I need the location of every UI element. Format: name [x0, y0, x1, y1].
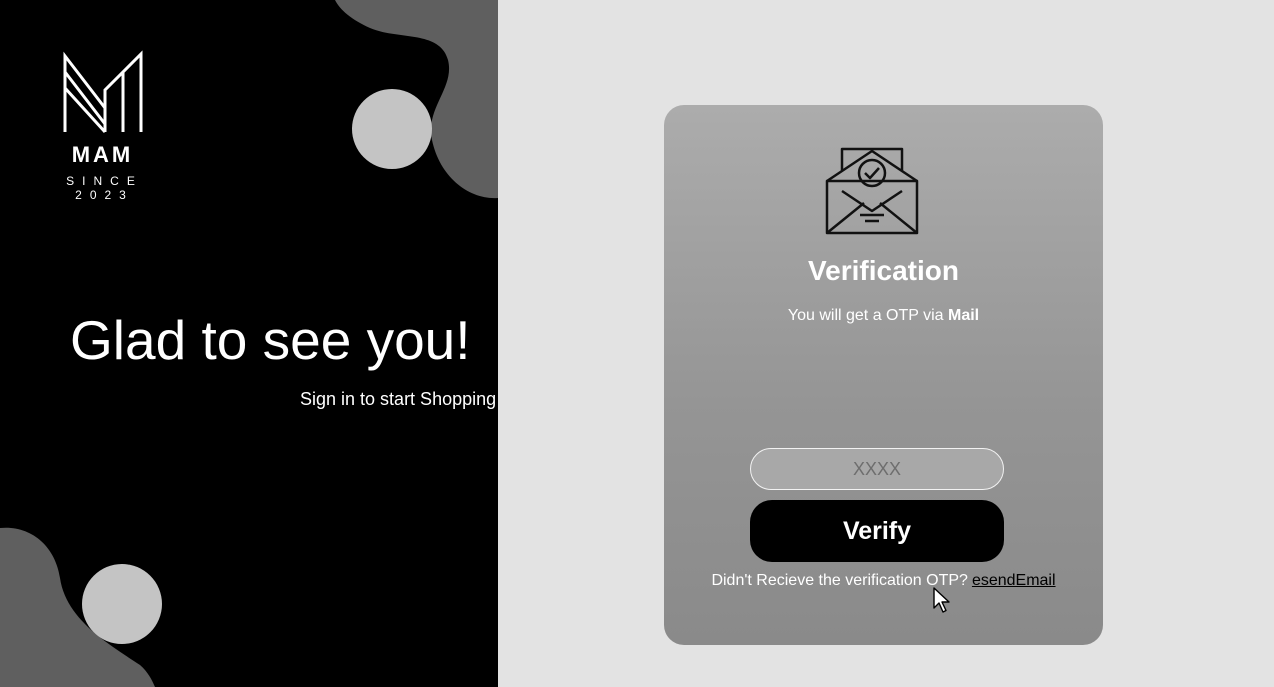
resend-row: Didn't Recieve the verification OTP? esen… [664, 572, 1103, 590]
resend-email-link[interactable]: esendEmail [972, 572, 1056, 589]
otp-input[interactable] [750, 448, 1004, 490]
resend-prompt: Didn't Recieve the verification OTP? [711, 572, 968, 589]
mouse-cursor-icon [933, 587, 950, 613]
description-mail-label: Mail [947, 307, 980, 324]
left-panel: MAM SINCE 2023 Glad to see you! Sign in … [0, 0, 498, 687]
verify-button[interactable]: Verify [750, 500, 1004, 562]
brand-logo: MAM SINCE 2023 [30, 50, 175, 202]
envelope-check-icon [825, 147, 919, 235]
verification-description: You will get a OTP via Mail [664, 307, 1103, 325]
bottom-circle [82, 564, 162, 644]
brand-name: MAM [71, 142, 134, 167]
welcome-subtitle: Sign in to start Shopping [300, 389, 497, 409]
welcome-title: Glad to see you! [70, 309, 471, 371]
monogram-m-icon [63, 50, 142, 134]
description-text: You will get a OTP via [787, 307, 948, 324]
brand-since: SINCE 2023 [66, 174, 143, 202]
verification-card: Verification You will get a OTP via Mail… [664, 105, 1103, 645]
verification-title: Verification [808, 255, 959, 286]
top-circle [352, 89, 432, 169]
